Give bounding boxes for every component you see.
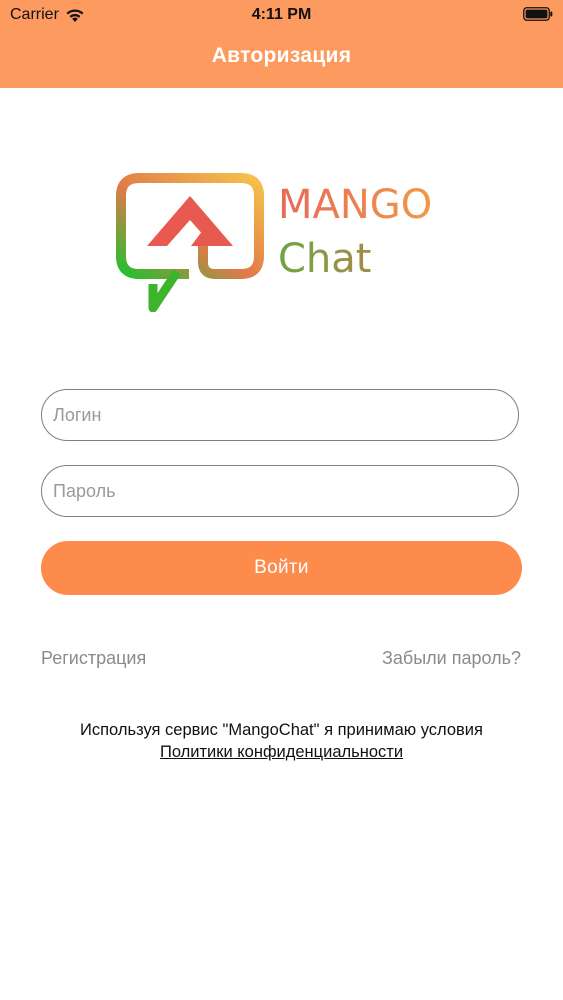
logo-word-chat: Chat — [278, 236, 371, 282]
battery-icon — [523, 7, 553, 21]
password-input[interactable] — [42, 466, 518, 516]
nav-header: Carrier 4:11 PM Авторизация — [0, 0, 563, 88]
terms-text: Используя сервис "MangoChat" я принимаю … — [80, 721, 483, 739]
clock: 4:11 PM — [251, 6, 312, 23]
mango-chat-logo: MANGO Chat — [116, 173, 432, 312]
status-bar: Carrier 4:11 PM — [0, 0, 563, 30]
terms-notice: Используя сервис "MangoChat" я принимаю … — [0, 719, 563, 763]
register-link[interactable]: Регистрация — [41, 648, 146, 669]
login-input[interactable] — [42, 390, 518, 440]
login-field-frame[interactable] — [41, 389, 519, 441]
login-button-label: Войти — [254, 557, 309, 578]
privacy-policy-link[interactable]: Политики конфиденциальности — [0, 741, 563, 763]
page-title: Авторизация — [211, 44, 352, 67]
password-field-frame[interactable] — [41, 465, 519, 517]
forgot-password-link[interactable]: Забыли пароль? — [382, 648, 521, 669]
logo-word-mango: MANGO — [278, 182, 432, 228]
login-button[interactable]: Войти — [41, 541, 522, 595]
